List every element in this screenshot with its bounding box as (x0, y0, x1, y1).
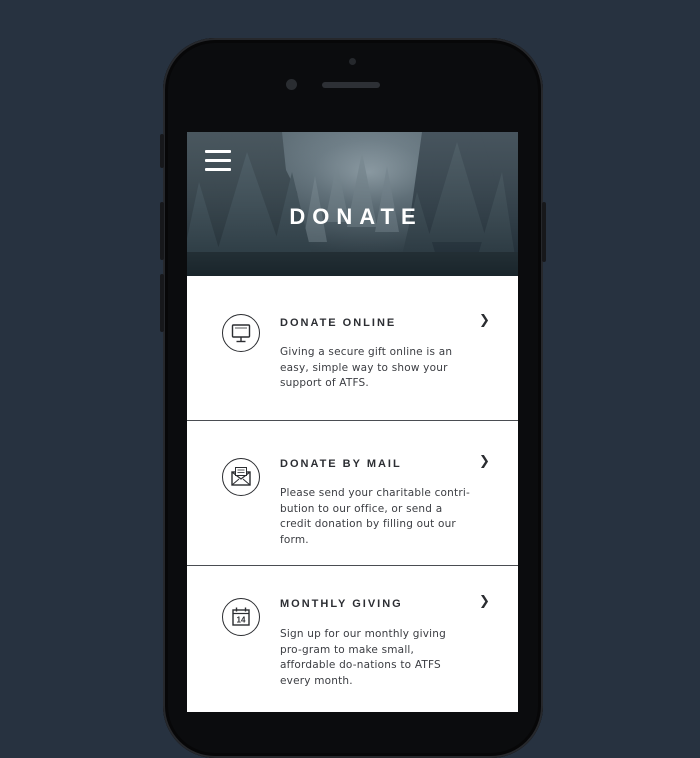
proximity-sensor (349, 58, 356, 65)
item-description: Sign up for our monthly giving pro-gram … (280, 628, 446, 687)
donate-by-mail-item[interactable]: DONATE BY MAIL ❯ Please send your charit… (187, 421, 518, 566)
calendar-icon: 14 (222, 598, 260, 636)
item-description: Please send your charitable contri-butio… (280, 487, 470, 546)
earpiece-speaker (322, 82, 380, 88)
mute-switch (160, 134, 164, 168)
front-camera (286, 79, 297, 90)
item-title: DONATE ONLINE (280, 317, 397, 329)
item-description: Giving a secure gift online is an easy, … (280, 346, 453, 389)
item-title: MONTHLY GIVING (280, 598, 403, 610)
page-title: DONATE (289, 204, 423, 229)
volume-down-button (160, 274, 164, 332)
mail-envelope-icon (222, 458, 260, 496)
chevron-right-icon[interactable]: ❯ (479, 454, 490, 469)
hero-banner: DONATE (187, 132, 518, 276)
item-title: DONATE BY MAIL (280, 458, 402, 470)
app-screen: DONATE DONATE ONLINE ❯ Giving a secure g… (187, 132, 518, 712)
power-button (542, 202, 546, 262)
hamburger-menu-icon[interactable] (205, 150, 231, 171)
calendar-day: 14 (237, 616, 246, 625)
donate-online-item[interactable]: DONATE ONLINE ❯ Giving a secure gift onl… (187, 276, 518, 421)
chevron-right-icon[interactable]: ❯ (479, 313, 490, 328)
monthly-giving-item[interactable]: 14 MONTHLY GIVING ❯ Sign up for our mont… (187, 566, 518, 712)
volume-up-button (160, 202, 164, 260)
chevron-right-icon[interactable]: ❯ (479, 594, 490, 609)
computer-monitor-icon (222, 314, 260, 352)
